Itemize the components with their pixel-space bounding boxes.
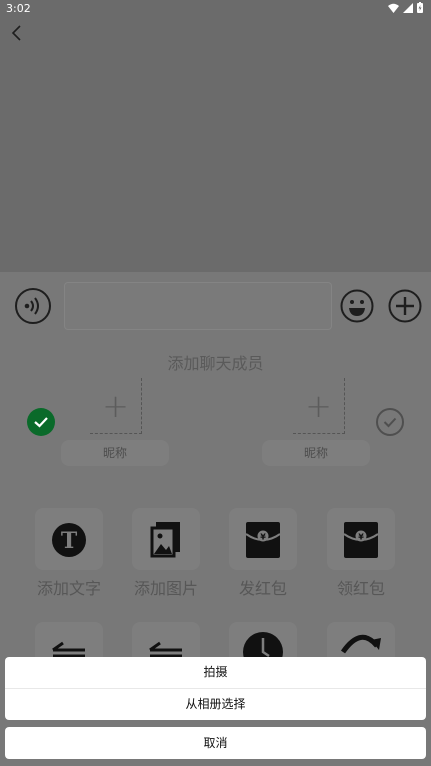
receive-red-envelope-tool[interactable]: ¥ <box>327 508 395 570</box>
action-sheet-options: 拍摄 从相册选择 <box>5 657 426 720</box>
choose-from-album-option[interactable]: 从相册选择 <box>5 689 426 720</box>
voice-icon <box>24 297 39 315</box>
plus-icon[interactable] <box>388 289 422 323</box>
wifi-icon <box>388 3 399 13</box>
left-member-selected-check[interactable] <box>27 408 55 436</box>
add-image-tool[interactable] <box>132 508 200 570</box>
left-member-nickname[interactable]: 昵称 <box>61 440 169 466</box>
red-envelope-icon: ¥ <box>245 522 281 558</box>
transfer-icon <box>52 641 85 658</box>
text-t-icon: T <box>52 523 86 557</box>
battery-icon <box>417 2 423 13</box>
back-arrow-icon[interactable] <box>8 22 28 44</box>
right-member-nickname[interactable]: 昵称 <box>262 440 370 466</box>
recall-tool[interactable] <box>327 622 395 662</box>
transfer-tool[interactable] <box>35 622 103 662</box>
emoji-icon[interactable] <box>340 289 374 323</box>
clock-icon <box>243 632 283 672</box>
add-text-tool[interactable]: T <box>35 508 103 570</box>
refresh-icon <box>340 634 381 654</box>
status-time: 3:02 <box>6 2 31 15</box>
status-icons <box>388 2 423 13</box>
red-envelope-icon: ¥ <box>343 522 379 558</box>
left-member-avatar-slot[interactable]: + <box>90 378 142 434</box>
receive-red-envelope-label: 领红包 <box>336 579 385 598</box>
right-member-select-check[interactable] <box>376 408 404 436</box>
svg-text:¥: ¥ <box>358 533 364 542</box>
send-red-envelope-tool[interactable]: ¥ <box>229 508 297 570</box>
send-red-envelope-label: 发红包 <box>238 579 287 598</box>
check-icon <box>34 417 48 428</box>
add-text-label: 添加文字 <box>36 579 101 598</box>
add-avatar-plus-icon: + <box>305 387 332 425</box>
take-photo-option[interactable]: 拍摄 <box>5 657 426 688</box>
signal-icon <box>403 2 413 13</box>
transfer-receive-tool[interactable] <box>132 622 200 662</box>
right-member-avatar-slot[interactable]: + <box>293 378 345 434</box>
check-icon <box>383 417 397 428</box>
add-avatar-plus-icon: + <box>102 387 129 425</box>
voice-button[interactable] <box>15 288 51 324</box>
svg-text:¥: ¥ <box>260 533 266 542</box>
status-bar: 3:02 <box>0 0 431 18</box>
transfer-icon <box>149 641 182 658</box>
image-icon <box>150 522 180 558</box>
add-image-label: 添加图片 <box>133 579 198 598</box>
svg-text:T: T <box>61 528 78 554</box>
members-title: 添加聊天成员 <box>167 354 264 373</box>
time-tool[interactable] <box>229 622 297 672</box>
cancel-button[interactable]: 取消 <box>5 727 426 759</box>
message-input[interactable] <box>64 282 332 330</box>
